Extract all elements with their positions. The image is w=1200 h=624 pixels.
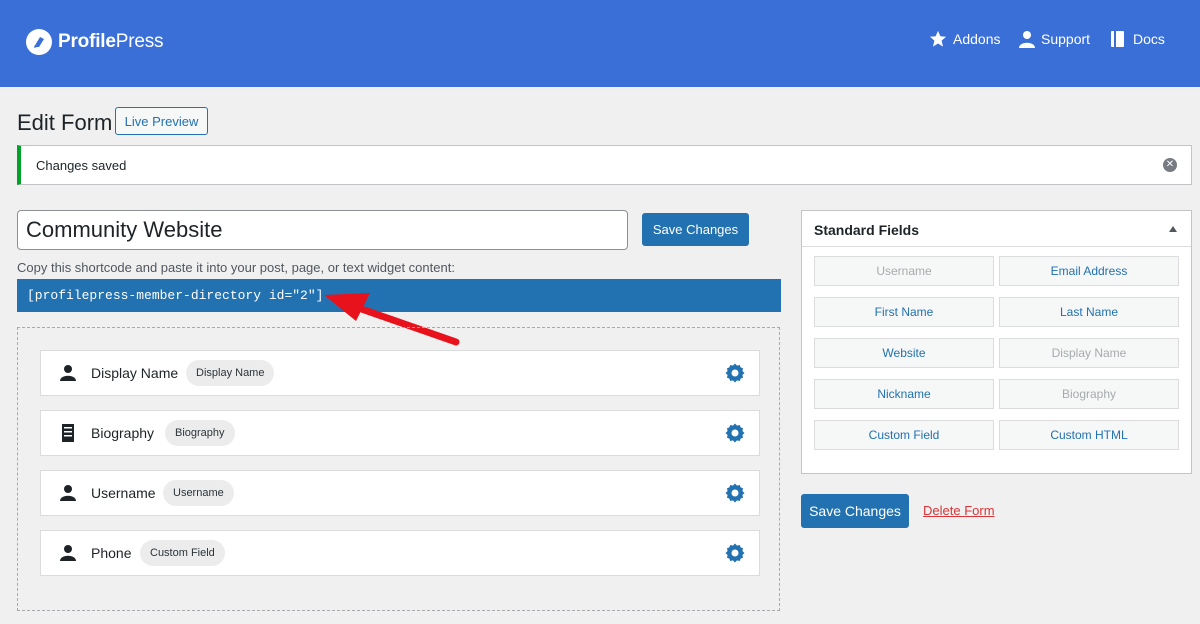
save-changes-button[interactable]: Save Changes (801, 494, 909, 528)
user-icon (60, 545, 76, 561)
delete-form-link[interactable]: Delete Form (923, 503, 995, 518)
success-notice: Changes saved ✕ (17, 145, 1192, 185)
std-field-first-name[interactable]: First Name (814, 297, 994, 327)
shortcode-hint: Copy this shortcode and paste it into yo… (17, 260, 455, 275)
profilepress-logo[interactable]: ProfilePress (26, 29, 164, 55)
std-field-display-name[interactable]: Display Name (999, 338, 1179, 368)
std-field-website[interactable]: Website (814, 338, 994, 368)
std-field-username[interactable]: Username (814, 256, 994, 286)
book-icon (1111, 31, 1124, 47)
field-row-biography[interactable]: Biography Biography (40, 410, 760, 456)
std-field-email-address[interactable]: Email Address (999, 256, 1179, 286)
panel-title: Standard Fields (814, 222, 920, 238)
close-icon[interactable]: ✕ (1163, 158, 1177, 172)
std-field-last-name[interactable]: Last Name (999, 297, 1179, 327)
star-icon (929, 30, 947, 47)
field-label: Phone (91, 545, 132, 561)
nav-support-label: Support (1041, 31, 1091, 47)
nav-support[interactable]: Support (1019, 30, 1090, 48)
nav-addons-label: Addons (953, 31, 1001, 47)
gear-icon[interactable] (725, 483, 745, 503)
field-type-badge: Display Name (186, 360, 275, 386)
logo-icon (26, 29, 52, 55)
field-row-username[interactable]: Username Username (40, 470, 760, 516)
field-label: Username (91, 485, 156, 501)
gear-icon[interactable] (725, 363, 745, 383)
gear-icon[interactable] (725, 423, 745, 443)
user-icon (60, 365, 76, 381)
form-builder-dropzone: Display Name Display Name Biography Biog… (17, 327, 780, 611)
gear-icon[interactable] (725, 543, 745, 563)
notice-text: Changes saved (36, 158, 127, 173)
std-field-biography[interactable]: Biography (999, 379, 1179, 409)
logo-text: ProfilePress (58, 31, 164, 52)
std-field-custom-field[interactable]: Custom Field (814, 420, 994, 450)
live-preview-button[interactable]: Live Preview (115, 107, 208, 135)
user-icon (60, 485, 76, 501)
top-header-bar: ProfilePress Addons Support Docs (0, 0, 1200, 87)
field-label: Display Name (91, 365, 179, 381)
nav-docs-label: Docs (1133, 31, 1165, 47)
nav-addons[interactable]: Addons (929, 30, 1000, 48)
document-icon (62, 424, 74, 442)
save-changes-button-top[interactable]: Save Changes (642, 213, 749, 246)
form-title-input[interactable]: Community Website (17, 210, 628, 250)
panel-header[interactable]: Standard Fields (802, 211, 1191, 247)
page-title: Edit Form (17, 110, 113, 135)
std-field-nickname[interactable]: Nickname (814, 379, 994, 409)
nav-docs[interactable]: Docs (1109, 30, 1165, 48)
field-type-badge: Username (163, 480, 234, 506)
field-row-display-name[interactable]: Display Name Display Name (40, 350, 760, 396)
standard-fields-panel: Standard Fields Username Email Address F… (801, 210, 1192, 474)
field-label: Biography (91, 425, 155, 441)
std-field-custom-html[interactable]: Custom HTML (999, 420, 1179, 450)
field-type-badge: Custom Field (140, 540, 225, 566)
caret-up-icon[interactable] (1169, 226, 1177, 232)
field-row-phone[interactable]: Phone Custom Field (40, 530, 760, 576)
user-icon (1019, 31, 1035, 48)
field-type-badge: Biography (165, 420, 235, 446)
